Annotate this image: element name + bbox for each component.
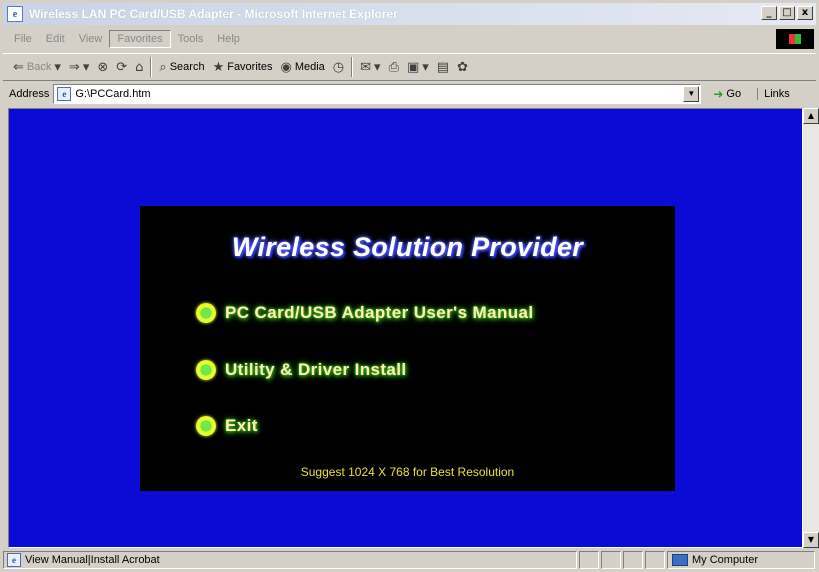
menu-panel: Wireless Solution Provider PC Card/USB A… <box>140 206 675 491</box>
ie-page-icon: e <box>7 6 23 22</box>
print-icon: ⎙ <box>388 59 399 75</box>
address-bar: Address e G:\PCCard.htm ▼ ➜ Go Links <box>3 82 816 106</box>
messenger-button[interactable]: ✿ <box>453 58 472 77</box>
forward-arrow-icon: ⇒ <box>68 59 80 75</box>
status-cell <box>645 551 665 569</box>
close-button[interactable]: x <box>797 6 813 20</box>
status-cell <box>623 551 643 569</box>
page-content: Wireless Solution Provider PC Card/USB A… <box>8 108 803 548</box>
search-label: Search <box>169 61 205 73</box>
title-bar[interactable]: e Wireless LAN PC Card/USB Adapter - Mic… <box>3 3 816 25</box>
back-dropdown-icon: ▾ <box>54 59 61 75</box>
mail-icon: ✉ <box>360 59 372 75</box>
minimize-button[interactable]: _ <box>761 6 777 20</box>
media-icon: ◉ <box>280 59 292 75</box>
go-button[interactable]: ➜ Go <box>713 87 741 101</box>
bullet-icon <box>196 303 216 323</box>
refresh-button[interactable]: ⟳ <box>112 58 131 77</box>
history-icon: ◷ <box>332 59 345 75</box>
menu-edit[interactable]: Edit <box>39 31 72 47</box>
window-controls: _ □ x <box>761 6 813 20</box>
address-dropdown-icon[interactable]: ▼ <box>683 86 700 102</box>
address-label: Address <box>9 88 50 100</box>
back-arrow-icon: ⇐ <box>13 59 24 75</box>
discuss-icon: ▤ <box>436 59 450 75</box>
toolbar-separator <box>150 57 153 77</box>
mail-dropdown-icon: ▾ <box>374 59 381 75</box>
page-status-icon: e <box>7 553 21 567</box>
media-label: Media <box>294 61 325 73</box>
go-label: Go <box>726 88 742 100</box>
forward-button[interactable]: ⇒ ▾ <box>65 58 93 77</box>
home-button[interactable]: ⌂ <box>131 58 147 77</box>
status-cell <box>601 551 621 569</box>
back-button[interactable]: ⇐ Back ▾ <box>9 58 65 77</box>
address-value: G:\PCCard.htm <box>75 88 151 100</box>
status-cell <box>579 551 599 569</box>
vertical-scrollbar[interactable]: ▲ ▼ <box>803 108 819 548</box>
favorites-button[interactable]: ★ Favorites <box>209 58 277 77</box>
stop-icon: ⊗ <box>97 59 109 75</box>
edit-dropdown-icon: ▾ <box>422 59 429 75</box>
windows-logo-icon <box>776 29 814 49</box>
users-manual-link[interactable]: PC Card/USB Adapter User's Manual <box>196 303 534 323</box>
page-title: Wireless Solution Provider <box>231 232 584 262</box>
status-main: e View Manual|Install Acrobat <box>3 551 577 569</box>
security-zone: My Computer <box>667 551 815 569</box>
utility-driver-install-label: Utility & Driver Install <box>225 360 407 379</box>
zone-label: My Computer <box>692 554 759 566</box>
menu-bar: File Edit View Favorites Tools Help <box>3 28 816 50</box>
forward-dropdown-icon: ▾ <box>82 59 90 75</box>
menu-favorites[interactable]: Favorites <box>109 30 171 48</box>
favorites-icon: ★ <box>212 59 225 75</box>
utility-driver-install-link[interactable]: Utility & Driver Install <box>196 360 407 380</box>
browser-window: e Wireless LAN PC Card/USB Adapter - Mic… <box>0 0 819 572</box>
scroll-up-button[interactable]: ▲ <box>803 108 819 124</box>
menu-help[interactable]: Help <box>210 31 247 47</box>
links-button[interactable]: Links <box>757 88 790 100</box>
messenger-icon: ✿ <box>457 59 468 75</box>
toolbar: ⇐ Back ▾ ⇒ ▾ ⊗ ⟳ ⌂ ⌕ Search ★ Favorites … <box>3 53 816 81</box>
media-button[interactable]: ◉ Media <box>276 58 328 77</box>
mail-button[interactable]: ✉ ▾ <box>356 58 384 77</box>
menu-file[interactable]: File <box>7 31 39 47</box>
users-manual-label: PC Card/USB Adapter User's Manual <box>225 303 534 322</box>
home-icon: ⌂ <box>135 59 144 75</box>
refresh-icon: ⟳ <box>116 59 128 75</box>
my-computer-icon <box>672 554 688 566</box>
maximize-button[interactable]: □ <box>779 6 795 20</box>
edit-button[interactable]: ▣ ▾ <box>403 58 433 77</box>
stop-button[interactable]: ⊗ <box>93 58 112 77</box>
print-button[interactable]: ⎙ <box>385 58 403 77</box>
favorites-label: Favorites <box>227 61 273 73</box>
edit-icon: ▣ <box>406 59 420 75</box>
exit-link[interactable]: Exit <box>196 416 258 436</box>
search-button[interactable]: ⌕ Search <box>155 58 208 77</box>
address-input[interactable]: e G:\PCCard.htm ▼ <box>53 84 702 104</box>
window-title: Wireless LAN PC Card/USB Adapter - Micro… <box>29 7 398 21</box>
go-arrow-icon: ➜ <box>713 87 724 101</box>
history-button[interactable]: ◷ <box>329 58 348 77</box>
scroll-down-button[interactable]: ▼ <box>803 532 819 548</box>
bullet-icon <box>196 416 216 436</box>
page-icon: e <box>57 87 72 101</box>
exit-label: Exit <box>225 416 258 435</box>
status-text: View Manual|Install Acrobat <box>25 554 160 566</box>
toolbar-separator <box>351 57 354 77</box>
search-icon: ⌕ <box>159 59 167 75</box>
bullet-icon <box>196 360 216 380</box>
menu-tools[interactable]: Tools <box>171 31 211 47</box>
resolution-note: Suggest 1024 X 768 for Best Resolution <box>300 465 515 479</box>
discuss-button[interactable]: ▤ <box>433 58 453 77</box>
status-bar: e View Manual|Install Acrobat My Compute… <box>3 550 816 570</box>
menu-view[interactable]: View <box>72 31 110 47</box>
back-label: Back <box>26 61 52 73</box>
